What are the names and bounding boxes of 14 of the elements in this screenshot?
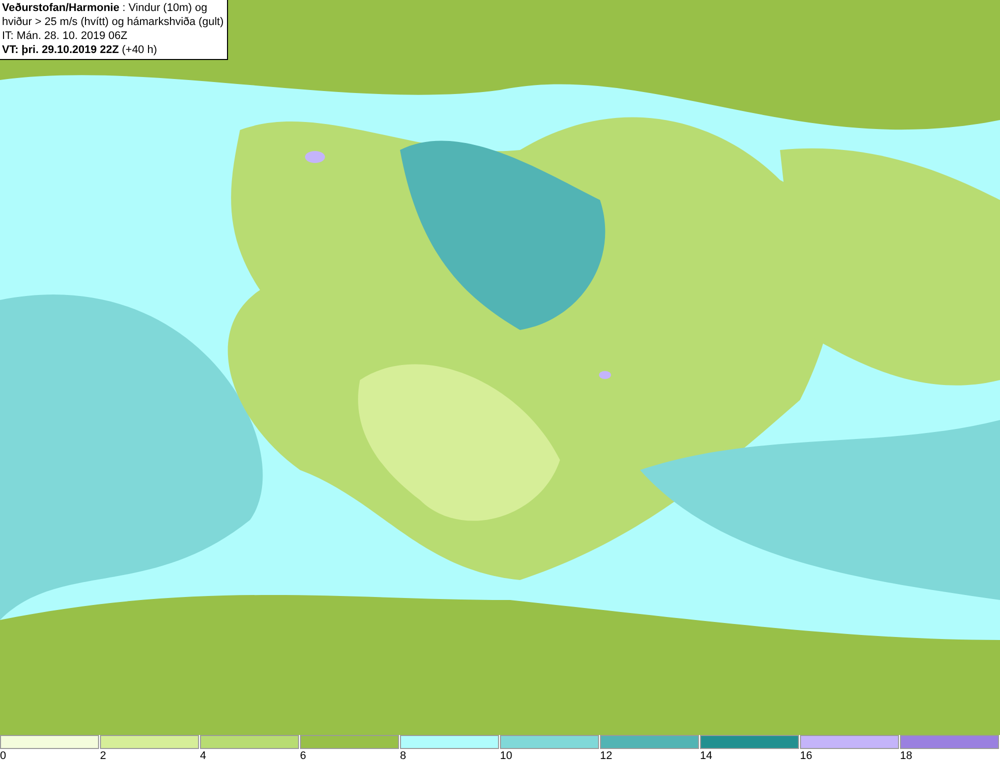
caption-line: IT: Mán. 28. 10. 2019 06Z <box>2 29 128 43</box>
legend-label: 10 <box>500 749 512 763</box>
legend-label: 16 <box>800 749 812 763</box>
legend-label: 12 <box>600 749 612 763</box>
legend-label: 6 <box>300 749 306 763</box>
legend-label: 4 <box>200 749 206 763</box>
legend-label: 14 <box>700 749 712 763</box>
legend-label: 0 <box>0 749 6 763</box>
legend-label: 8 <box>400 749 406 763</box>
caption-line: VT: þri. 29.10.2019 22Z (+40 h) <box>2 43 158 57</box>
caption-line: hviður > 25 m/s (hvítt) og hámarkshviða (gult) <box>2 15 224 29</box>
legend-label: 18 <box>900 749 912 763</box>
caption-line: Veðurstofan/Harmonie : Vindur (10m) og <box>2 1 208 15</box>
legend-label: 2 <box>100 749 106 763</box>
